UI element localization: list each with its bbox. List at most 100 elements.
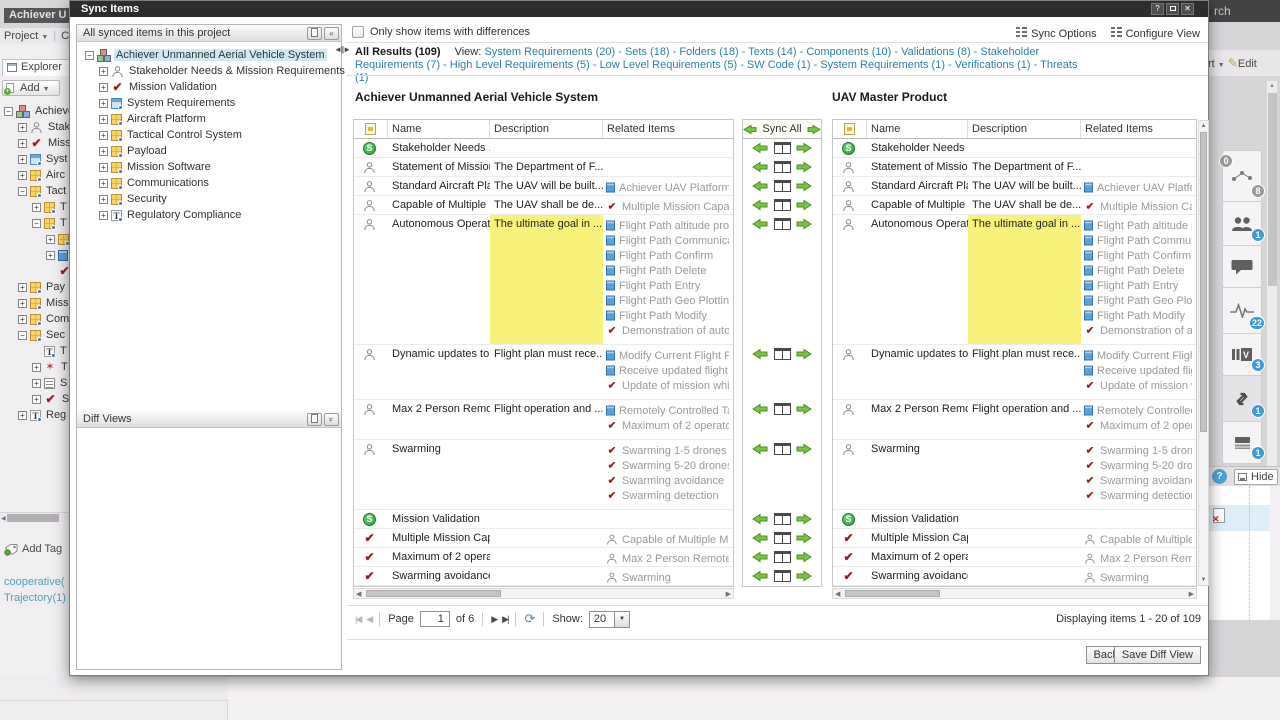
rail-button-sync-arrows[interactable]: 1 (1222, 376, 1262, 422)
expand-toggle-icon[interactable]: + (46, 235, 55, 244)
tree-item[interactable]: −Sec (0, 327, 69, 343)
related-item[interactable]: Flight Path Communicati (606, 233, 729, 248)
sync-right-arrow-icon[interactable] (796, 180, 812, 192)
add-tag-button[interactable]: Add Tag (2, 540, 69, 558)
table-row[interactable]: Autonomous Operati...The ultimate goal i… (833, 215, 1196, 345)
collapse-panel-button[interactable]: « (324, 27, 339, 40)
next-page-button[interactable]: ▶ (491, 614, 496, 625)
right-table-vertical-scrollbar[interactable]: ▲ ▼ (1198, 120, 1209, 586)
tree-item[interactable]: +TRegulatory Compliance (81, 207, 339, 223)
sync-right-arrow-icon[interactable] (796, 403, 812, 415)
tree-item[interactable]: +✔S (0, 391, 69, 407)
related-item[interactable]: ✔Swarming detection (606, 488, 729, 503)
maximize-icon[interactable] (1166, 3, 1179, 15)
table-row[interactable]: SMission Validation (354, 510, 733, 529)
dialog-titlebar[interactable]: Sync Items (70, 1, 1208, 17)
related-item[interactable]: ✔Update of mission while (606, 378, 729, 393)
expand-toggle-icon[interactable]: + (99, 211, 108, 220)
previous-page-button[interactable]: ◀ (366, 614, 371, 625)
view-filter-link[interactable]: SW Code (1) (747, 59, 811, 71)
collapse-toggle-icon[interactable]: − (18, 187, 27, 196)
save-diff-view-button[interactable]: Save Diff View (1114, 646, 1201, 664)
tree-item[interactable]: −T (0, 215, 69, 231)
view-filter-link[interactable]: Low Level Requirements (5) (600, 59, 738, 71)
related-item[interactable]: ✔Swarming avoidance (606, 473, 729, 488)
expand-toggle-icon[interactable]: + (99, 99, 108, 108)
help-icon[interactable]: ? (1212, 469, 1227, 484)
compare-icon[interactable] (774, 348, 791, 360)
related-item[interactable]: Flight Path Modify (1084, 308, 1192, 323)
table-row[interactable]: ✔Multiple Mission Cap...Capable of Multi… (833, 529, 1196, 548)
tree-item[interactable]: +✔Miss (0, 135, 69, 151)
related-item[interactable]: Flight Path Communicati (1084, 233, 1192, 248)
compare-icon[interactable] (774, 513, 791, 525)
sync-right-arrow-icon[interactable] (796, 142, 812, 154)
tree-item[interactable]: +Stak (0, 119, 69, 135)
tree-item[interactable]: + (0, 247, 69, 263)
sync-left-arrow-icon[interactable] (752, 161, 768, 173)
tree-item[interactable]: +TReg (0, 407, 69, 423)
related-item[interactable]: Flight Path Delete (1084, 263, 1192, 278)
collapse-toggle-icon[interactable]: − (18, 331, 27, 340)
related-item[interactable]: Modify Current Flight Pla (1084, 348, 1192, 363)
panel-splitter[interactable]: ◄||► (334, 45, 350, 54)
tree-item[interactable]: + (0, 231, 69, 247)
expand-toggle-icon[interactable]: + (18, 155, 27, 164)
related-items-column-header[interactable]: Related Items (1081, 120, 1196, 138)
tree-item[interactable]: +Com (0, 311, 69, 327)
related-item[interactable]: ✔Multiple Mission Capabili (606, 199, 729, 214)
expand-toggle-icon[interactable]: + (18, 123, 27, 132)
tree-item[interactable]: TT (0, 343, 69, 359)
related-item[interactable]: ✔Swarming 1-5 drones (606, 443, 729, 458)
expand-toggle-icon[interactable]: + (18, 171, 27, 180)
view-filter-link[interactable]: Components (10) (806, 46, 891, 58)
expand-toggle-icon[interactable]: + (32, 363, 41, 372)
rail-button-versions[interactable]: V3 (1222, 334, 1262, 376)
table-row[interactable]: Capable of Multiple ...The UAV shall be … (354, 196, 733, 215)
tree-item[interactable]: +✶T (0, 359, 69, 375)
tab-explorer[interactable]: Explorer (2, 59, 69, 76)
tree-item[interactable]: +✔Mission Validation (81, 79, 339, 95)
tree-item[interactable]: −Achiever Unmanned Aerial Vehicle System (81, 47, 339, 63)
sync-left-arrow-icon[interactable] (752, 403, 768, 415)
rail-button-comment[interactable] (1222, 246, 1262, 288)
tree-item[interactable]: +Pay (0, 279, 69, 295)
scrollbar-thumb[interactable] (366, 590, 501, 597)
tree-item[interactable]: +Communications (81, 175, 339, 191)
tree-item[interactable]: −Tact (0, 183, 69, 199)
related-item[interactable]: ✔Swarming avoidance (1084, 473, 1192, 488)
sync-left-arrow-icon[interactable] (752, 218, 768, 230)
sync-left-arrow-icon[interactable] (752, 443, 768, 455)
table-row[interactable]: ✔Maximum of 2 opera...Max 2 Person Remot… (833, 548, 1196, 567)
related-item[interactable]: Flight Path altitude profil (606, 218, 729, 233)
related-item[interactable]: ✔Demonstration of autono (1084, 323, 1192, 338)
related-item[interactable]: Remotely Controlled Tac (1084, 403, 1192, 418)
sync-left-arrow-icon[interactable] (752, 570, 768, 582)
sync-left-arrow-icon[interactable] (752, 513, 768, 525)
rail-button-pulse[interactable]: 22 (1222, 288, 1262, 334)
table-row[interactable]: Autonomous Operati...The ultimate goal i… (354, 215, 733, 345)
first-page-button[interactable]: |◀ (355, 614, 360, 625)
related-item[interactable]: ✔Swarming detection (1084, 488, 1192, 503)
related-item[interactable]: ✔Multiple Mission Capabili (1084, 199, 1192, 214)
expand-toggle-icon[interactable]: + (99, 195, 108, 204)
sync-right-arrow-icon[interactable] (807, 124, 821, 135)
tree-item[interactable]: +S (0, 375, 69, 391)
sync-right-arrow-icon[interactable] (796, 443, 812, 455)
tree-item[interactable]: +Tactical Control System (81, 127, 339, 143)
tag-link[interactable]: cooperative( (4, 574, 69, 590)
related-item[interactable]: Flight Path Entry (1084, 278, 1192, 293)
view-filter-link[interactable]: High Level Requirements (5) (450, 59, 590, 71)
refresh-panel-button[interactable] (307, 413, 322, 426)
edit-button[interactable]: Edit (1238, 58, 1257, 70)
related-item[interactable]: ✔Maximum of 2 operators (1084, 418, 1192, 433)
table-row[interactable]: SStakeholder Needs ... (833, 139, 1196, 158)
table-row[interactable]: Swarming✔Swarming 1-5 drones✔Swarming 5-… (833, 440, 1196, 510)
scroll-down-icon[interactable]: ▼ (1199, 577, 1208, 583)
scrollbar-thumb[interactable] (1200, 132, 1207, 432)
related-item[interactable]: ✔Update of mission while (1084, 378, 1192, 393)
related-item[interactable]: ✔Swarming 1-5 drones (1084, 443, 1192, 458)
related-item[interactable]: Flight Path Delete (606, 263, 729, 278)
view-filter-link[interactable]: Verifications (1) (955, 59, 1031, 71)
description-column-header[interactable]: Description (490, 120, 603, 138)
